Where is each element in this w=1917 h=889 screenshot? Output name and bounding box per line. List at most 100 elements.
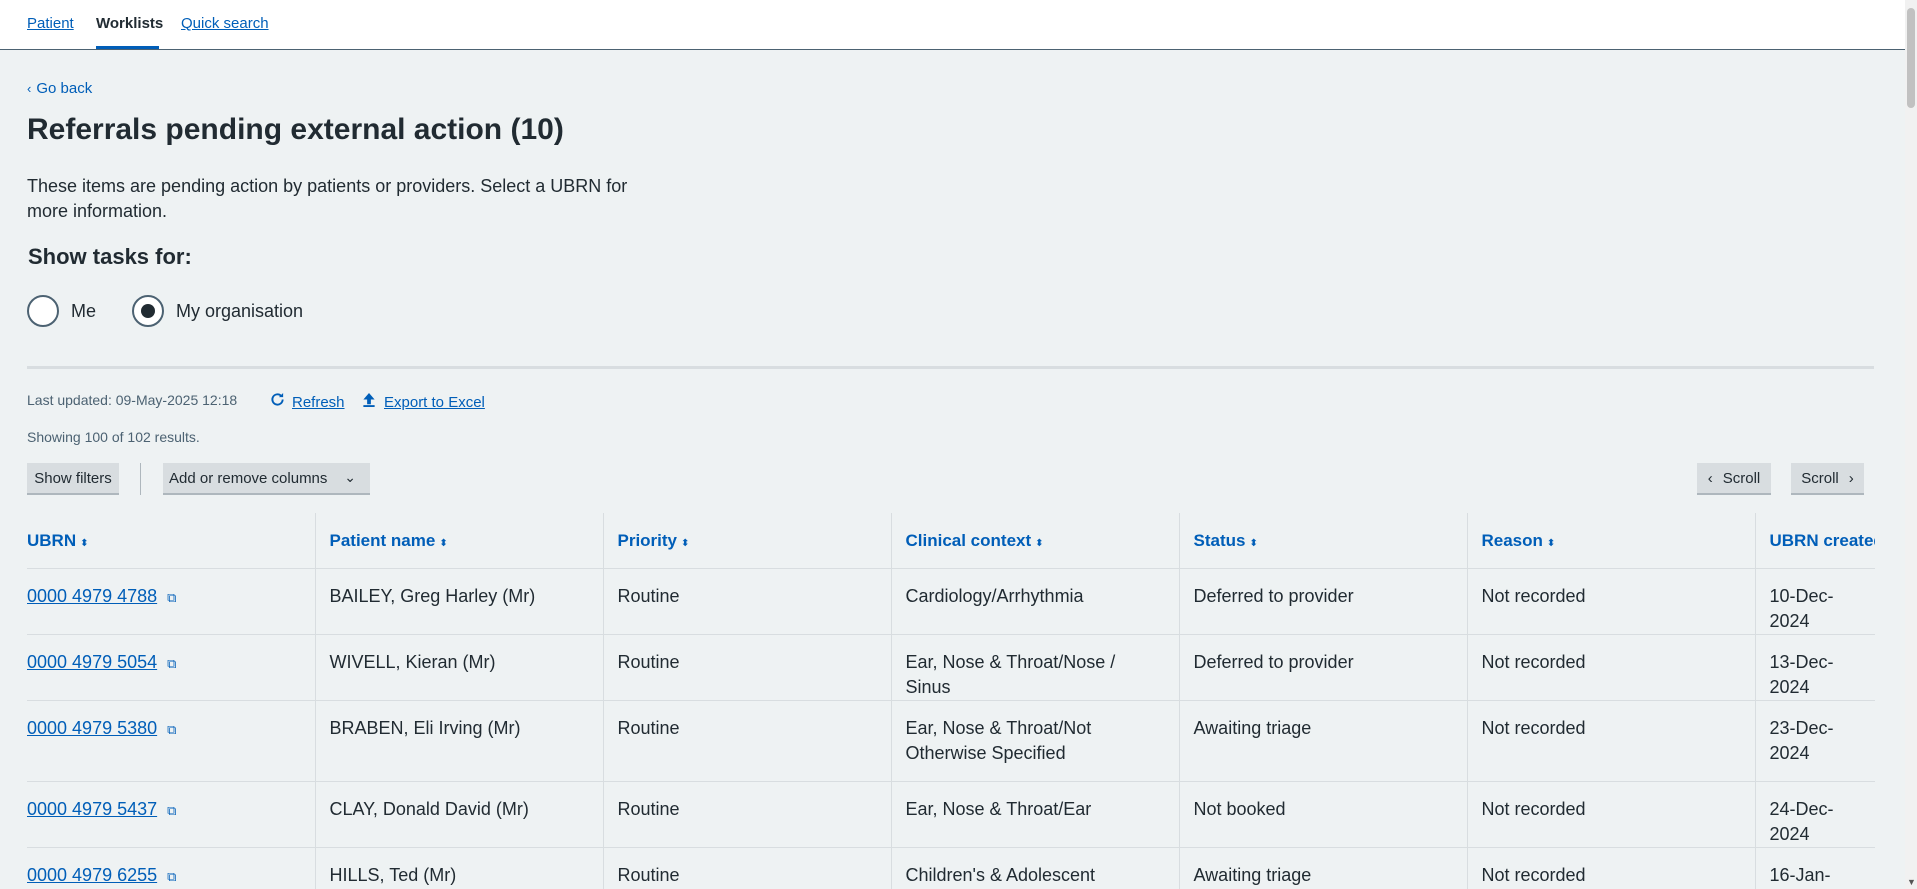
cell-patient-name: HILLS, Ted (Mr) [314, 847, 603, 889]
refresh-label: Refresh [292, 394, 345, 411]
tab-quick-search[interactable]: Quick search [181, 15, 269, 32]
copy-icon[interactable]: ⧉ [167, 651, 176, 676]
cell-status: Awaiting triage [1178, 700, 1467, 782]
cell-ubrn-created: 23-Dec-2024 [1754, 700, 1875, 782]
table-row: 0000 4979 5054 ⧉ WIVELL, Kieran (Mr) Rout… [27, 634, 1875, 701]
go-back-link[interactable]: ‹ Go back [27, 80, 92, 97]
results-count: Showing 100 of 102 results. [27, 429, 200, 445]
sort-icon: ⬍ [1035, 537, 1044, 549]
ubrn-link[interactable]: 0000 4979 6255 [27, 865, 157, 885]
copy-icon[interactable]: ⧉ [167, 798, 176, 823]
scroll-down-arrow-icon[interactable]: ▼ [1907, 877, 1916, 887]
cell-ubrn: 0000 4979 5380 ⧉ [27, 700, 315, 782]
cell-ubrn: 0000 4979 5437 ⧉ [27, 781, 315, 848]
cell-status: Awaiting triage [1178, 847, 1467, 889]
chevron-left-icon: ‹ [1707, 469, 1713, 487]
scroll-right-button[interactable]: Scroll › [1791, 463, 1864, 495]
ubrn-link[interactable]: 0000 4979 5054 [27, 652, 157, 672]
cell-priority: Routine [602, 781, 891, 848]
tab-patient[interactable]: Patient [27, 15, 74, 32]
go-back-label: Go back [36, 80, 93, 97]
radio-me[interactable]: Me [27, 295, 96, 327]
sort-icon: ⬍ [681, 537, 690, 549]
ubrn-link[interactable]: 0000 4979 4788 [27, 586, 157, 606]
table-header-row: UBRN ⬍ Patient name ⬍ Priority ⬍ Clinical c… [27, 513, 1875, 569]
header-status[interactable]: Status ⬍ [1178, 513, 1467, 569]
show-tasks-heading: Show tasks for: [28, 244, 192, 269]
page-scrollbar[interactable]: ▼ [1905, 0, 1917, 889]
cell-clinical-context: Cardiology/Arrhythmia [890, 568, 1179, 635]
sort-icon: ⬍ [80, 537, 89, 549]
toolbar-separator [140, 463, 141, 495]
worklist-table: UBRN ⬍ Patient name ⬍ Priority ⬍ Clinical c… [27, 513, 1875, 889]
page-title: Referrals pending external action (10) [27, 113, 564, 146]
chevron-right-icon: › [1848, 469, 1854, 487]
radio-my-organisation[interactable]: My organisation [132, 295, 303, 327]
cell-status: Deferred to provider [1178, 634, 1467, 701]
scrollbar-thumb[interactable] [1907, 8, 1915, 108]
last-updated: Last updated: 09-May-2025 12:18 [27, 392, 238, 408]
radio-me-label[interactable]: Me [71, 301, 96, 322]
radio-my-organisation-label[interactable]: My organisation [176, 301, 303, 322]
radio-me-circle[interactable] [27, 295, 59, 327]
cell-ubrn-created: 16-Jan-2025 [1754, 847, 1875, 889]
show-filters-button[interactable]: Show filters [27, 463, 119, 495]
page-intro: These items are pending action by patien… [27, 176, 628, 221]
header-patient-name[interactable]: Patient name ⬍ [314, 513, 603, 569]
header-ubrn[interactable]: UBRN ⬍ [27, 513, 315, 569]
sort-icon: ⬍ [1249, 537, 1258, 549]
worklist-table-viewport[interactable]: UBRN ⬍ Patient name ⬍ Priority ⬍ Clinical c… [0, 513, 1876, 889]
cell-patient-name: CLAY, Donald David (Mr) [314, 781, 603, 848]
cell-clinical-context: Ear, Nose & Throat/Not Otherwise Specifi… [890, 700, 1179, 782]
scroll-left-button[interactable]: ‹ Scroll [1697, 463, 1771, 495]
cell-clinical-context: Ear, Nose & Throat/Nose / Sinus [890, 634, 1179, 701]
header-label: Patient name [329, 530, 436, 550]
header-ubrn-created[interactable]: UBRN created [1754, 513, 1875, 569]
section-divider [27, 366, 1874, 369]
sort-icon: ⬍ [1546, 537, 1556, 549]
scroll-left-label: Scroll [1722, 469, 1761, 487]
upload-icon [362, 392, 378, 411]
cell-ubrn-created: 10-Dec-2024 [1754, 568, 1875, 635]
tab-worklists[interactable]: Worklists [96, 15, 163, 32]
refresh-link[interactable]: Refresh [270, 392, 345, 411]
cell-clinical-context: Ear, Nose & Throat/Ear [890, 781, 1179, 848]
export-to-excel-link[interactable]: Export to Excel [362, 392, 485, 411]
chevron-left-icon: ‹ [27, 81, 32, 96]
cell-clinical-context: Children's & Adolescent Services/Diabete… [890, 847, 1179, 889]
copy-icon[interactable]: ⧉ [167, 585, 176, 610]
cell-ubrn-created: 13-Dec-2024 [1754, 634, 1875, 701]
header-clinical-context[interactable]: Clinical context ⬍ [890, 513, 1179, 569]
cell-priority: Routine [602, 568, 891, 635]
cell-patient-name: BRABEN, Eli Irving (Mr) [314, 700, 603, 782]
refresh-icon [270, 392, 286, 411]
table-row: 0000 4979 5437 ⧉ CLAY, Donald David (Mr) … [27, 781, 1875, 848]
cell-patient-name: WIVELL, Kieran (Mr) [314, 634, 603, 701]
ubrn-link[interactable]: 0000 4979 5380 [27, 718, 157, 738]
header-reason[interactable]: Reason ⬍ [1466, 513, 1755, 569]
cell-reason: Not recorded [1466, 781, 1755, 848]
cell-priority: Routine [602, 847, 891, 889]
cell-ubrn: 0000 4979 5054 ⧉ [27, 634, 315, 701]
active-tab-indicator [96, 46, 159, 49]
cell-priority: Routine [602, 634, 891, 701]
cell-reason: Not recorded [1466, 847, 1755, 889]
cell-status: Not booked [1178, 781, 1467, 848]
ubrn-link[interactable]: 0000 4979 5437 [27, 799, 157, 819]
radio-my-organisation-circle[interactable] [132, 295, 164, 327]
add-remove-columns-label: Add or remove columns [169, 469, 328, 487]
cell-reason: Not recorded [1466, 568, 1755, 635]
cell-ubrn-created: 24-Dec-2024 [1754, 781, 1875, 848]
export-label: Export to Excel [384, 394, 485, 411]
cell-patient-name: BAILEY, Greg Harley (Mr) [314, 568, 603, 635]
top-navigation: Patient Worklists Quick search [0, 0, 1905, 50]
copy-icon[interactable]: ⧉ [167, 717, 176, 742]
add-remove-columns-button[interactable]: Add or remove columns ⌄ [163, 463, 370, 495]
header-priority[interactable]: Priority ⬍ [602, 513, 891, 569]
table-row: 0000 4979 6255 ⧉ HILLS, Ted (Mr) Routine … [27, 847, 1875, 889]
cell-reason: Not recorded [1466, 700, 1755, 782]
header-label: Reason [1481, 530, 1543, 550]
cell-ubrn: 0000 4979 6255 ⧉ [27, 847, 315, 889]
cell-priority: Routine [602, 700, 891, 782]
copy-icon[interactable]: ⧉ [167, 864, 176, 889]
